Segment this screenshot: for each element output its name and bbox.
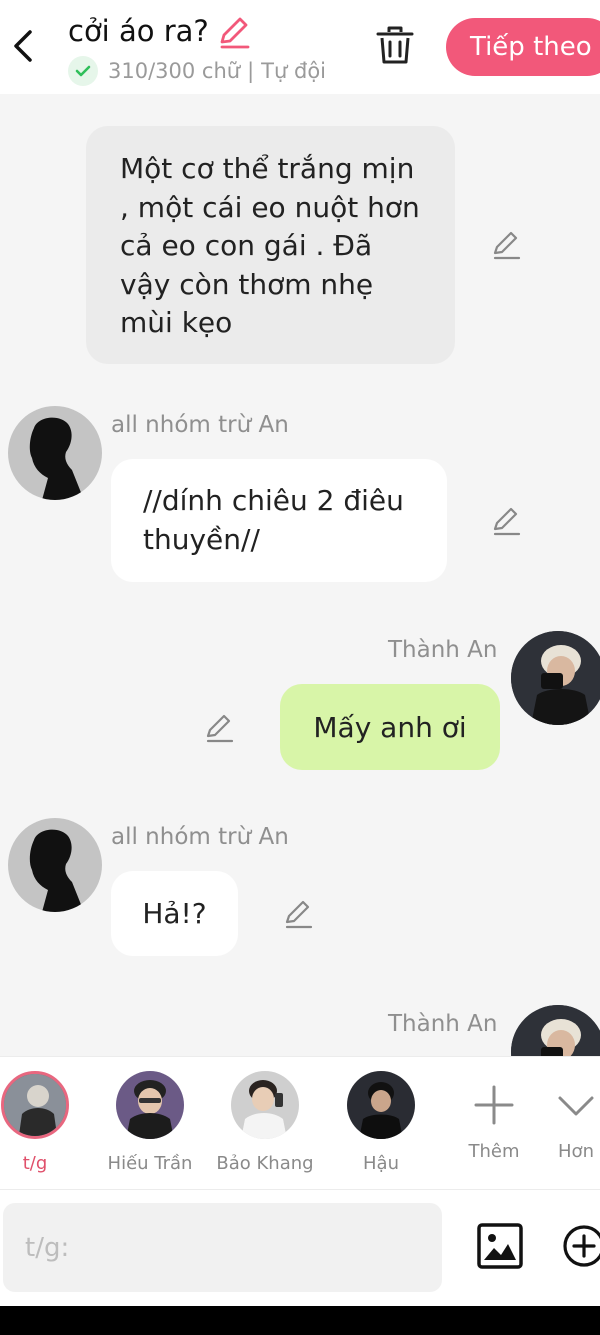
- sender-name: all nhóm trừ An: [111, 824, 289, 850]
- message-input[interactable]: [3, 1203, 442, 1292]
- pencil-icon: [493, 231, 521, 260]
- back-button[interactable]: [8, 24, 38, 68]
- edit-title-button[interactable]: [216, 14, 252, 50]
- trash-icon: [376, 26, 414, 64]
- chevron-left-icon: [14, 30, 32, 62]
- chevron-down-icon: [558, 1096, 594, 1116]
- edit-message-button[interactable]: [203, 712, 235, 744]
- edit-narration-button[interactable]: [490, 229, 522, 261]
- avatar: [231, 1071, 299, 1139]
- story-title: cởi áo ra?: [68, 14, 209, 48]
- avatar: [347, 1071, 415, 1139]
- sender-avatar[interactable]: [8, 818, 102, 912]
- next-button[interactable]: Tiếp theo: [446, 18, 600, 76]
- character-hieu-tran[interactable]: Hiếu Trần: [95, 1071, 205, 1174]
- sender-avatar[interactable]: [8, 406, 102, 500]
- silhouette-icon: [29, 829, 84, 912]
- add-button[interactable]: [562, 1224, 600, 1268]
- delete-button[interactable]: [374, 24, 416, 68]
- character-bar: t/g Hiếu Trần Bảo Khang Hậu Thêm Hơn: [0, 1056, 600, 1190]
- sender-name: all nhóm trừ An: [111, 412, 289, 438]
- mode-label: Tự đội: [261, 59, 326, 83]
- story-status: 310/300 chữ | Tự đội: [68, 56, 326, 86]
- message-bubble[interactable]: Mấy anh ơi: [280, 684, 500, 770]
- character-tg[interactable]: t/g: [0, 1071, 90, 1174]
- pencil-icon: [220, 17, 250, 49]
- system-nav-bar: [0, 1306, 600, 1335]
- avatar: [116, 1071, 184, 1139]
- top-bar: cởi áo ra? 310/300 chữ | Tự đội Tiếp the…: [0, 0, 600, 94]
- status-separator: |: [247, 59, 255, 83]
- edit-message-button[interactable]: [490, 505, 522, 537]
- insert-image-button[interactable]: [476, 1222, 524, 1270]
- character-hau[interactable]: Hậu: [326, 1071, 436, 1174]
- compose-bar: [0, 1190, 600, 1306]
- message-bubble[interactable]: Hả!?: [111, 871, 238, 956]
- pencil-icon: [285, 900, 313, 929]
- sender-name: Thành An: [388, 637, 498, 663]
- character-bao-khang[interactable]: Bảo Khang: [210, 1071, 320, 1174]
- narration-bubble[interactable]: Một cơ thể trắng mịn , một cái eo nuột h…: [86, 126, 455, 364]
- pencil-icon: [493, 507, 521, 536]
- plus-circle-icon: [563, 1225, 600, 1267]
- verified-check-icon: [68, 56, 98, 86]
- own-avatar[interactable]: [511, 631, 600, 725]
- word-count: 310/300 chữ: [108, 59, 241, 83]
- sender-name: Thành An: [388, 1011, 498, 1037]
- avatar: [1, 1071, 69, 1139]
- pencil-icon: [206, 714, 234, 743]
- silhouette-icon: [29, 417, 84, 500]
- plus-icon: [474, 1085, 514, 1125]
- edit-message-button[interactable]: [282, 898, 314, 930]
- message-bubble[interactable]: //dính chiêu 2 điêu thuyền//: [111, 459, 447, 582]
- profile-photo: [511, 631, 600, 725]
- more-characters-button[interactable]: Hơn: [521, 1071, 600, 1162]
- image-icon: [477, 1223, 523, 1269]
